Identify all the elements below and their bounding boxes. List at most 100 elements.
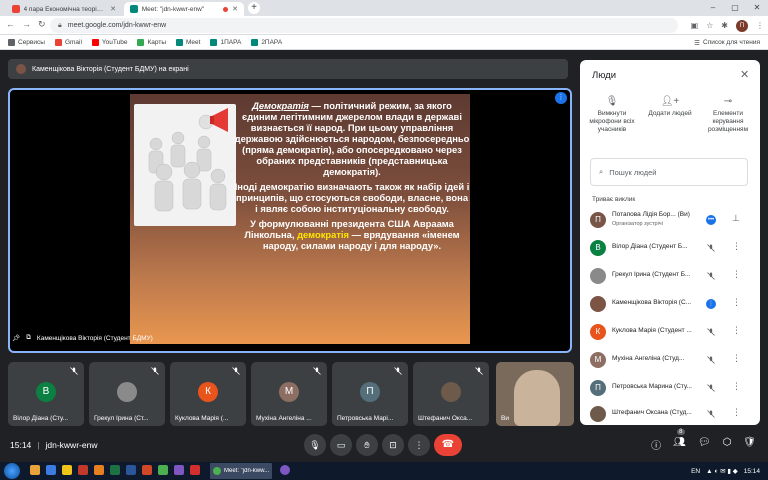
folder-icon[interactable] xyxy=(62,465,72,475)
close-icon[interactable]: ✕ xyxy=(232,5,238,13)
reading-list[interactable]: ☰ Список для чтения xyxy=(694,35,760,50)
info-icon[interactable]: ⓘ xyxy=(651,437,661,452)
host-controls-icon[interactable]: 🛡︎ xyxy=(743,437,756,452)
slide-illustration xyxy=(134,104,236,226)
more-options-button[interactable]: ⋮ xyxy=(408,434,430,456)
self-view-tile[interactable]: Ви xyxy=(496,362,574,426)
list-item[interactable]: В Вілор Діана (Студент Б... ⋮ xyxy=(580,234,760,262)
close-window-icon[interactable]: ✕ xyxy=(746,0,768,16)
clock[interactable]: 15:14 xyxy=(744,468,760,475)
language-indicator[interactable]: EN xyxy=(691,468,700,475)
presentation-stage[interactable]: Демократія — політичний режим, за якого … xyxy=(8,88,572,353)
minimize-icon[interactable]: – xyxy=(702,0,724,16)
list-item[interactable]: П Петровська Марина (Сту... ⋮ xyxy=(580,374,760,402)
participant-tile[interactable]: Грекул Ірина (Ст... xyxy=(89,362,165,426)
present-button[interactable]: ⊡ xyxy=(382,434,404,456)
more-icon[interactable]: ⋮ xyxy=(732,269,741,280)
taskbar-chrome-window[interactable]: Meet: "jdn-kww... xyxy=(210,463,272,479)
chrome-icon[interactable] xyxy=(158,465,168,475)
window-controls: – ▢ ✕ xyxy=(702,0,768,16)
participant-tile[interactable]: В Вілор Діана (Сту... xyxy=(8,362,84,426)
avatar xyxy=(590,296,606,312)
speaking-icon: ••• xyxy=(706,215,716,225)
present-icon[interactable]: ⧉ xyxy=(26,334,31,342)
more-icon[interactable]: ⋮ xyxy=(732,297,741,308)
bookmark-services[interactable]: Сервисы xyxy=(8,38,45,46)
bookmark-maps[interactable]: Карты xyxy=(137,38,166,46)
list-item[interactable]: Грекул Ірина (Студент Б... ⋮ xyxy=(580,262,760,290)
end-call-button[interactable]: ☎︎ xyxy=(434,434,462,456)
viber-icon[interactable] xyxy=(280,465,290,475)
media-icon[interactable] xyxy=(78,465,88,475)
microphone-button[interactable]: 🎙︎ xyxy=(304,434,326,456)
excel-icon[interactable] xyxy=(110,465,120,475)
camera-icon: ▭ xyxy=(336,440,346,450)
more-icon[interactable]: ⋮ xyxy=(732,353,741,364)
avatar: П xyxy=(590,212,606,228)
presenter-text: Каменщікова Вікторія (Студент БДМУ) на е… xyxy=(32,65,189,73)
chat-icon[interactable]: 💬︎ xyxy=(698,437,711,452)
list-item[interactable]: П Потапова Лідія Бор... (Ви) Організатор… xyxy=(580,206,760,234)
participant-tile[interactable]: М Мухіна Ангеліна ... xyxy=(251,362,327,426)
avatar: М xyxy=(279,382,299,402)
back-icon[interactable]: ← xyxy=(6,19,15,29)
activities-icon[interactable]: ⬡ xyxy=(723,437,732,452)
participant-tile[interactable]: Штефанич Окса... xyxy=(413,362,489,426)
more-icon[interactable]: ⋮ xyxy=(732,325,741,336)
bookmark-meet[interactable]: Meet xyxy=(176,38,200,46)
avatar: П xyxy=(590,380,606,396)
powerpoint-icon[interactable] xyxy=(142,465,152,475)
tray-icons[interactable]: ▲ ◐ ✉ ▮ ◆ xyxy=(706,467,738,475)
extensions-icon[interactable]: ✱ xyxy=(721,21,728,30)
pin-icon[interactable]: ⊥ xyxy=(732,213,740,224)
new-tab-button[interactable]: + xyxy=(248,2,260,14)
maximize-icon[interactable]: ▢ xyxy=(724,0,746,16)
firefox-icon[interactable] xyxy=(94,465,104,475)
add-people-button[interactable]: 👤︎+ Додати людей xyxy=(644,97,696,118)
people-button[interactable]: 👥︎ 8 xyxy=(673,429,686,452)
avatar[interactable]: П xyxy=(736,19,748,32)
start-button[interactable] xyxy=(4,463,20,479)
forward-icon[interactable]: → xyxy=(22,19,31,29)
more-icon[interactable]: ⋮ xyxy=(732,407,741,418)
tile-name: Грекул Ірина (Ст... xyxy=(94,415,149,422)
tab-gmail[interactable]: 4 пара Економічна теорія (2 ку ✕ xyxy=(6,2,122,16)
close-icon[interactable]: ✕ xyxy=(110,5,116,13)
star-icon[interactable]: ☆ xyxy=(706,21,713,30)
more-icon[interactable]: ⋮ xyxy=(732,381,741,392)
youtube-icon xyxy=(91,38,99,46)
list-item[interactable]: М Мухіна Ангеліна (Студ... ⋮ xyxy=(580,346,760,374)
pin-icon[interactable]: 📌︎ xyxy=(12,334,20,342)
list-item[interactable]: Каменщікова Вікторія (С... ⋮ ⋮ xyxy=(580,290,760,318)
participant-tile[interactable]: К Куклова Марія (... xyxy=(170,362,246,426)
ie-icon[interactable] xyxy=(46,465,56,475)
tab-meet[interactable]: Meet: "jdn-kwwr-enw" ✕ xyxy=(124,2,244,16)
address-bar[interactable]: 🔒︎ meet.google.com/jdn-kwwr-enw xyxy=(50,18,678,33)
list-item[interactable]: Штефанич Оксана (Студ... ⋮ xyxy=(580,400,760,424)
raise-hand-button[interactable]: ✋︎ xyxy=(356,434,378,456)
app-icon[interactable] xyxy=(190,465,200,475)
layout-controls-button[interactable]: ⊸ Елементи керування розміщенням xyxy=(702,97,754,134)
more-icon[interactable]: ⋮ xyxy=(732,241,741,252)
camera-icon[interactable]: ▣ xyxy=(691,21,699,30)
app-icon[interactable] xyxy=(174,465,184,475)
avatar: В xyxy=(590,240,606,256)
bookmark-2para[interactable]: 2ПАРА xyxy=(251,38,282,46)
avatar: К xyxy=(198,382,218,402)
list-item[interactable]: К Куклова Марія (Студент ... ⋮ xyxy=(580,318,760,346)
reload-icon[interactable]: ↻ xyxy=(38,19,46,30)
mute-all-button[interactable]: 🎙︎ Вимкнути мікрофони всіх учасників xyxy=(586,96,638,134)
word-icon[interactable] xyxy=(126,465,136,475)
bookmark-gmail[interactable]: Gmail xyxy=(54,38,82,46)
menu-icon[interactable]: ⋮ xyxy=(756,21,764,30)
close-icon[interactable]: ✕ xyxy=(740,68,749,81)
camera-button[interactable]: ▭ xyxy=(330,434,352,456)
mic-off-icon xyxy=(707,356,715,364)
search-input[interactable]: ⌕ Пошук людей xyxy=(590,158,748,186)
mic-off-icon: 🎙︎ xyxy=(605,96,619,107)
bookmark-1para[interactable]: 1ПАРА xyxy=(210,38,241,46)
speaking-icon: ⋮ xyxy=(706,299,716,309)
participant-tile[interactable]: П Петровська Марі... xyxy=(332,362,408,426)
bookmark-youtube[interactable]: YouTube xyxy=(91,38,127,46)
explorer-icon[interactable] xyxy=(30,465,40,475)
